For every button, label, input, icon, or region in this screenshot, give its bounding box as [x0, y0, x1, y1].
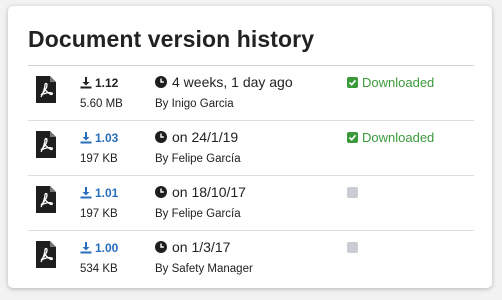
author: By Felipe García — [155, 208, 241, 220]
clock-icon — [155, 241, 167, 253]
check-icon — [347, 77, 358, 88]
file-size: 5.60 MB — [80, 98, 123, 110]
status-label: Downloaded — [362, 130, 435, 145]
version-date: on 18/10/17 — [155, 184, 246, 200]
version-date: on 24/1/19 — [155, 129, 238, 145]
date-label: 4 weeks, 1 day ago — [172, 74, 293, 90]
download-status — [347, 185, 358, 198]
download-status: Downloaded — [347, 75, 434, 90]
unchecked-box-icon — [347, 187, 358, 198]
version-row: 1.01 197 KB on 18/10/17 By Felipe García — [28, 175, 474, 230]
pdf-file-icon[interactable] — [36, 76, 56, 103]
date-label: on 1/3/17 — [172, 239, 231, 255]
download-status: Downloaded — [347, 130, 434, 145]
version-label: 1.03 — [95, 131, 119, 145]
pdf-file-icon[interactable] — [36, 186, 56, 213]
version-label: 1.12 — [95, 76, 119, 90]
clock-icon — [155, 131, 167, 143]
date-label: on 18/10/17 — [172, 184, 246, 200]
file-size: 197 KB — [80, 208, 118, 220]
clock-icon — [155, 186, 167, 198]
check-icon — [347, 132, 358, 143]
version-number[interactable]: 1.12 — [80, 76, 118, 90]
version-date: on 1/3/17 — [155, 239, 230, 255]
file-size: 534 KB — [80, 263, 118, 275]
author: By Felipe García — [155, 153, 241, 165]
download-icon — [80, 132, 92, 144]
version-row: 1.12 5.60 MB 4 weeks, 1 day ago By Inigo… — [28, 65, 474, 120]
status-label: Downloaded — [362, 75, 435, 90]
version-row: 1.03 197 KB on 24/1/19 By Felipe García … — [28, 120, 474, 175]
pdf-file-icon[interactable] — [36, 131, 56, 158]
version-date: 4 weeks, 1 day ago — [155, 74, 293, 90]
unchecked-box-icon — [347, 242, 358, 253]
file-size: 197 KB — [80, 153, 118, 165]
download-status — [347, 240, 358, 253]
version-download-link[interactable]: 1.01 — [80, 186, 118, 200]
date-label: on 24/1/19 — [172, 129, 239, 145]
version-history-card: Document version history 1.12 5.60 MB 4 … — [8, 6, 492, 288]
download-icon — [80, 77, 92, 89]
version-download-link[interactable]: 1.03 — [80, 131, 118, 145]
version-label: 1.00 — [95, 241, 119, 255]
author: By Safety Manager — [155, 263, 253, 275]
version-label: 1.01 — [95, 186, 119, 200]
author: By Inigo Garcia — [155, 98, 234, 110]
download-icon — [80, 187, 92, 199]
page-title: Document version history — [28, 26, 315, 52]
version-download-link[interactable]: 1.00 — [80, 241, 118, 255]
pdf-file-icon[interactable] — [36, 241, 56, 268]
version-list: 1.12 5.60 MB 4 weeks, 1 day ago By Inigo… — [28, 65, 474, 285]
download-icon — [80, 242, 92, 254]
clock-icon — [155, 76, 167, 88]
version-row: 1.00 534 KB on 1/3/17 By Safety Manager — [28, 230, 474, 285]
